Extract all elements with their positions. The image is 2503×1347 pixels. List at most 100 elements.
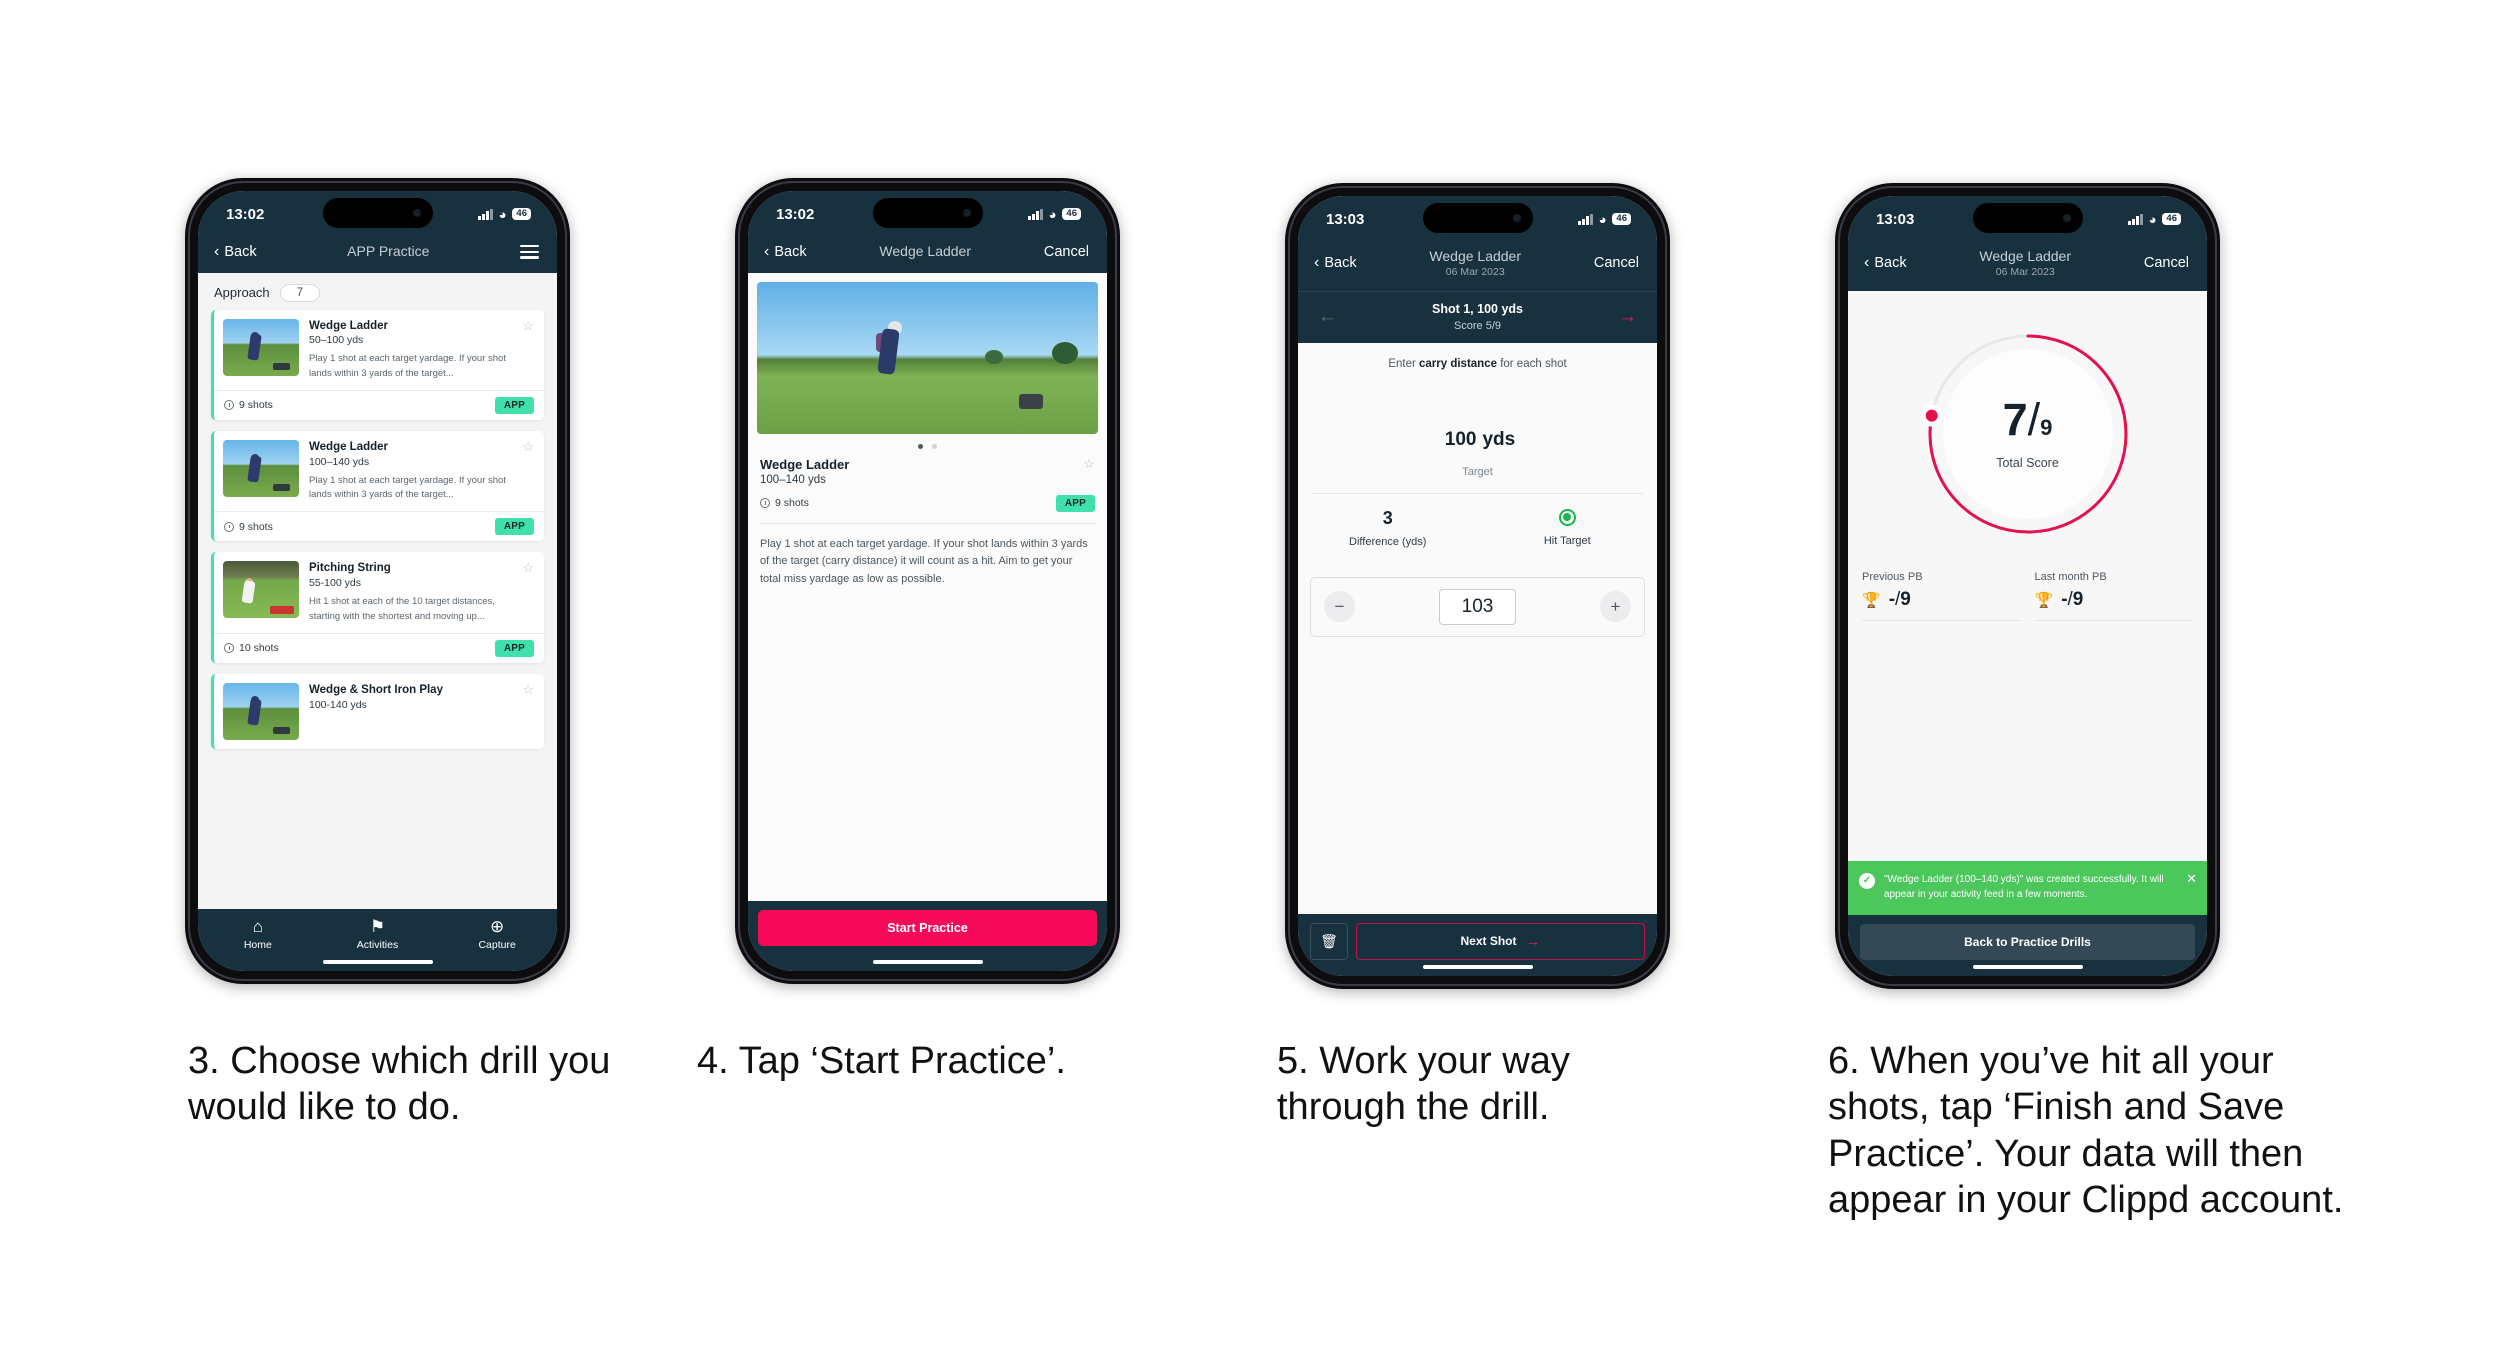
decrement-button[interactable]: − — [1324, 591, 1355, 623]
star-outline-icon[interactable]: ☆ — [522, 318, 534, 381]
trash-icon[interactable]: 🗑 — [1310, 922, 1348, 960]
home-indicator — [198, 954, 557, 971]
list-item[interactable]: Wedge Ladder 50–100 yds Play 1 shot at e… — [211, 309, 544, 420]
drill-title: Wedge Ladder — [309, 319, 389, 332]
list-item[interactable]: Wedge Ladder 100–140 yds Play 1 shot at … — [211, 430, 544, 542]
back-label: Back — [1324, 255, 1357, 272]
shot-entry-body: Enter carry distance for each shot 100 yd… — [1298, 342, 1657, 914]
clock-icon — [760, 498, 770, 508]
tab-capture[interactable]: ⊕ Capture — [438, 918, 556, 951]
start-practice-button[interactable]: Start Practice — [758, 909, 1097, 946]
divider — [2034, 619, 2193, 621]
star-outline-icon[interactable]: ☆ — [1083, 457, 1095, 470]
drill-title: Wedge Ladder — [309, 440, 389, 453]
phone-4-screen: 13:03 ◕ 46 ‹ Back Wedge Ladder 06 Mar 20… — [1848, 196, 2207, 976]
drill-list-body: Approach 7 Wedge Ladder 50–100 yds Play … — [198, 272, 557, 909]
hamburger-menu-icon[interactable] — [520, 244, 539, 259]
page-title: Wedge Ladder 06 Mar 2023 — [1429, 248, 1521, 279]
close-icon[interactable]: ✕ — [2186, 872, 2197, 885]
stat-difference: 3 Difference (yds) — [1298, 509, 1478, 548]
star-outline-icon[interactable]: ☆ — [522, 683, 534, 740]
status-bar: 13:02 ◕ 46 — [198, 191, 557, 237]
last-month-pb: Last month PB 🏆 -/9 — [2034, 571, 2193, 621]
entry-prompt-post: for each shot — [1497, 357, 1567, 370]
shot-count-label: 10 shots — [239, 642, 279, 655]
total-score-label: Total Score — [1996, 456, 2059, 471]
entry-prompt-pre: Enter — [1388, 357, 1419, 370]
back-label: Back — [224, 243, 257, 260]
caption-step-5: 5. Work your way through the drill. — [1277, 1040, 1570, 1129]
tab-activities[interactable]: ⚑ Activities — [318, 918, 436, 951]
personal-best-row: Previous PB 🏆 -/9 Last month PB 🏆 -/9 — [1848, 541, 2207, 621]
success-toast: ✓ "Wedge Ladder (100–140 yds)" was creat… — [1848, 860, 2207, 915]
drill-title: Wedge & Short Iron Play — [309, 683, 443, 696]
phone-1-screen: 13:02 ◕ 46 ‹ Back APP Practice Approach … — [198, 191, 557, 971]
score-made: 7 — [2002, 394, 2028, 446]
chevron-left-icon: ‹ — [1864, 254, 1870, 272]
status-time: 13:02 — [226, 205, 265, 223]
cancel-button[interactable]: Cancel — [1044, 244, 1089, 260]
previous-pb-label: Previous PB — [1862, 570, 1923, 583]
caption-step-6: 6. When you’ve hit all your shots, tap ‘… — [1828, 1040, 2344, 1222]
back-button[interactable]: ‹ Back — [1314, 254, 1357, 272]
back-button[interactable]: ‹ Back — [214, 243, 257, 260]
drill-description: Play 1 shot at each target yardage. If y… — [309, 474, 506, 501]
divider — [1862, 619, 2021, 621]
tab-home[interactable]: ⌂ Home — [199, 918, 317, 951]
tab-label: Home — [243, 938, 272, 951]
back-to-practice-drills-button[interactable]: Back to Practice Drills — [1860, 923, 2195, 960]
status-bar: 13:02 ◕ 46 — [748, 191, 1107, 237]
caption-step-4: 4. Tap ‘Start Practice’. — [697, 1040, 1066, 1082]
wifi-icon: ◕ — [498, 206, 507, 222]
arrow-left-icon[interactable]: ← — [1318, 307, 1337, 326]
plus-circle-icon: ⊕ — [490, 916, 505, 936]
drill-thumbnail — [223, 682, 299, 740]
footer-area: Back to Practice Drills — [1848, 914, 2207, 960]
phone-3-frame: 13:03 ◕ 46 ‹ Back Wedge Ladder 06 Mar 20… — [1285, 183, 1670, 989]
back-label: Back — [1874, 255, 1907, 272]
star-outline-icon[interactable]: ☆ — [522, 561, 534, 623]
previous-pb: Previous PB 🏆 -/9 — [1862, 571, 2021, 621]
drill-description: Play 1 shot at each target yardage. If y… — [309, 353, 506, 379]
list-item[interactable]: Pitching String 55-100 yds Hit 1 shot at… — [211, 552, 544, 663]
status-bar: 13:03 ◕ 46 — [1298, 196, 1657, 242]
back-button[interactable]: ‹ Back — [1864, 254, 1907, 272]
difference-value: 3 — [1382, 507, 1393, 528]
next-shot-button[interactable]: Next Shot → — [1356, 922, 1645, 960]
wifi-icon: ◕ — [2148, 211, 2157, 227]
wifi-icon: ◕ — [1048, 206, 1057, 222]
clock-icon — [224, 400, 234, 411]
home-indicator — [748, 954, 1107, 971]
battery-level: 46 — [512, 207, 531, 221]
star-outline-icon[interactable]: ☆ — [522, 440, 534, 502]
arrow-right-icon[interactable]: → — [1618, 307, 1637, 326]
drill-detail-body: Wedge Ladder 100–140 yds ☆ 9 shots APP P… — [748, 272, 1107, 901]
page-title: APP Practice — [347, 243, 430, 259]
footer-area: 🗑 Next Shot → — [1298, 913, 1657, 960]
list-item[interactable]: Wedge & Short Iron Play 100-140 yds ☆ — [211, 673, 544, 749]
total-score-value: 7/9 — [2003, 397, 2053, 442]
dynamic-island — [1972, 203, 2083, 233]
carousel-dots[interactable] — [748, 434, 1107, 457]
carry-distance-stepper: − 103 + — [1310, 576, 1645, 637]
status-badge: APP — [494, 639, 534, 657]
status-time: 13:03 — [1876, 210, 1915, 228]
front-camera-icon — [962, 209, 971, 217]
increment-button[interactable]: + — [1599, 591, 1631, 623]
back-label: Back — [774, 243, 807, 260]
cancel-button[interactable]: Cancel — [1594, 255, 1639, 271]
section-count: 7 — [279, 283, 321, 302]
shot-navigation-bar: ← Shot 1, 100 yds Score 5/9 → — [1298, 290, 1657, 343]
status-time: 13:03 — [1326, 210, 1365, 228]
drill-title: Wedge Ladder — [760, 456, 850, 472]
carry-distance-input[interactable]: 103 — [1438, 588, 1517, 625]
shot-count: 10 shots — [224, 642, 279, 654]
chevron-left-icon: ‹ — [1314, 254, 1320, 272]
page-title: Wedge Ladder 06 Mar 2023 — [1979, 248, 2071, 279]
cancel-button[interactable]: Cancel — [2144, 255, 2189, 271]
home-indicator — [1848, 959, 2207, 976]
dynamic-island — [1422, 203, 1533, 233]
pb-total: 9 — [2072, 588, 2084, 610]
entry-prompt-bold: carry distance — [1419, 357, 1497, 370]
back-button[interactable]: ‹ Back — [764, 243, 807, 260]
